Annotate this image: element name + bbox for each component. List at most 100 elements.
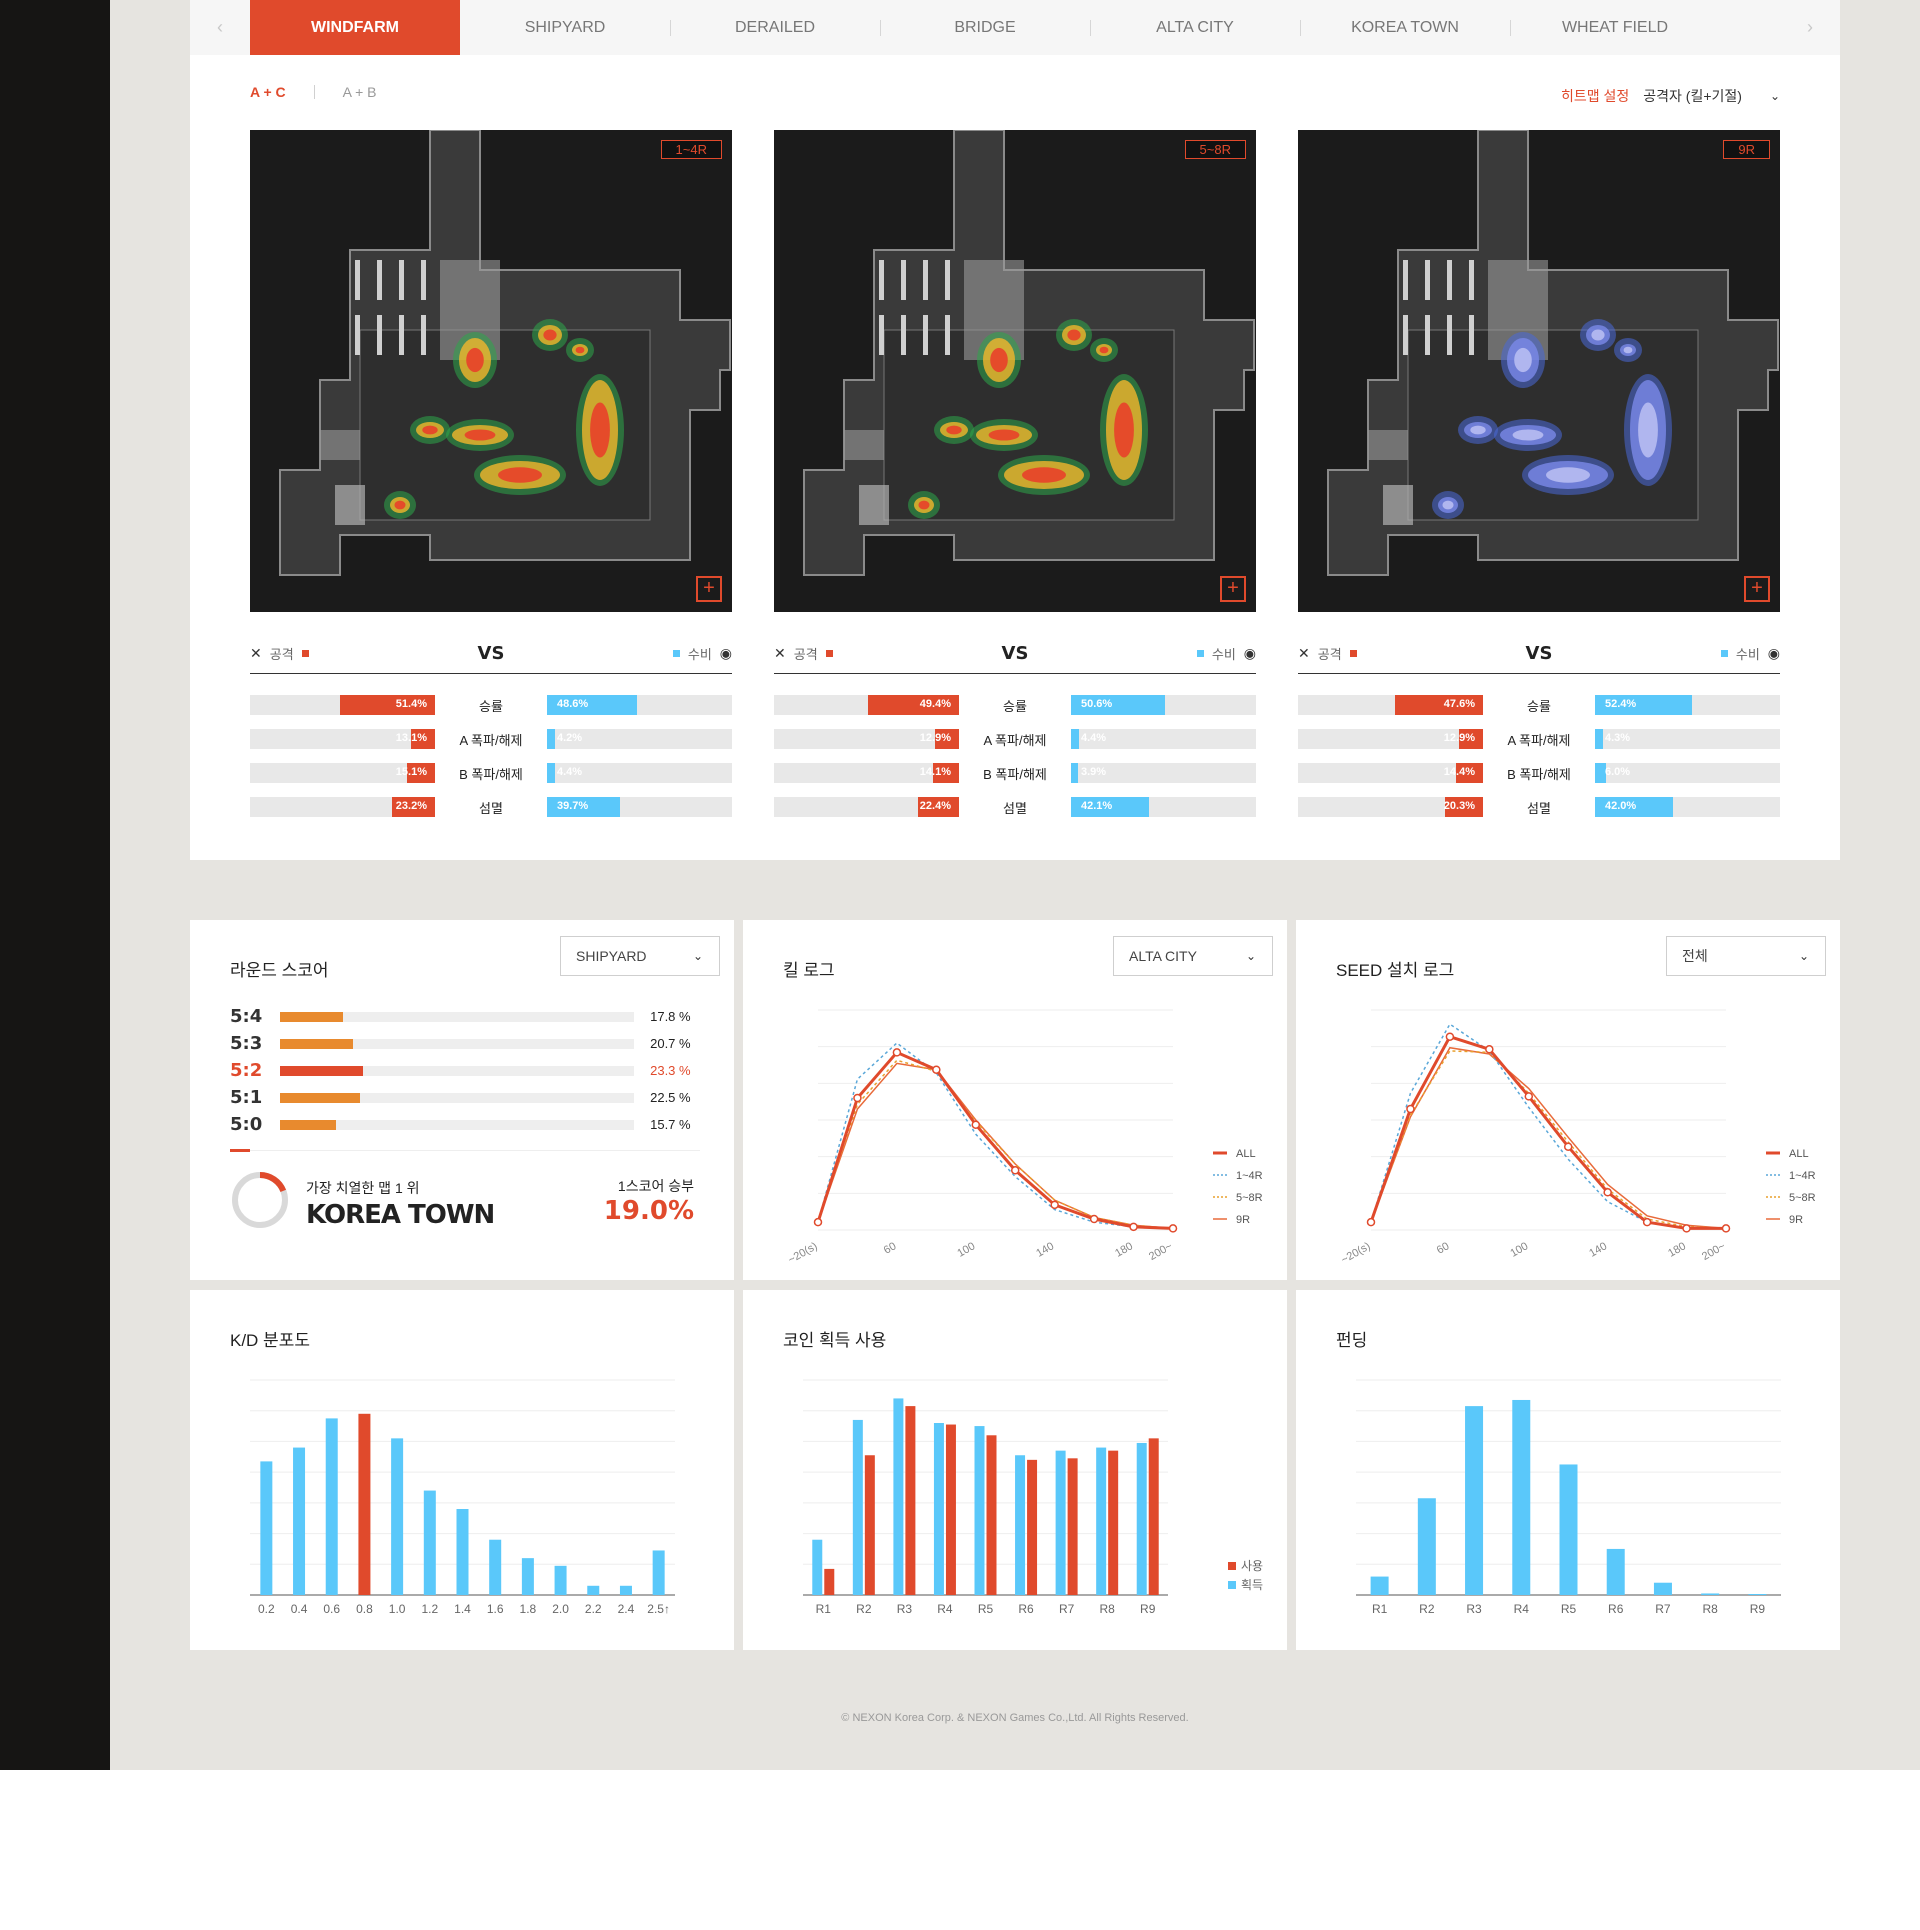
map-pillar <box>945 315 950 355</box>
map-pillar <box>879 260 884 300</box>
attack-value: 51.4% <box>395 698 427 710</box>
attack-value: 47.6% <box>1443 698 1475 710</box>
x-tick-label: 180 <box>1113 1240 1135 1260</box>
vs-row: ✕ 공격 VS 수비 ◉ <box>774 634 1256 674</box>
map-columns: 1~4R + ✕ 공격 VS 수비 ◉ 51.4% 승률 48.6% 13.1% A 폭파/해제 4.2… <box>250 130 1780 824</box>
heat-blob-core <box>1638 402 1658 458</box>
attack-value: 15.1% <box>395 766 427 778</box>
x-tick-label: R6 <box>1018 1602 1034 1616</box>
defense-value: 52.4% <box>1605 698 1637 710</box>
defense-bar-fill <box>1071 729 1080 749</box>
zoom-plus-icon[interactable]: + <box>1220 576 1246 602</box>
map-tab[interactable]: WINDFARM <box>250 0 460 55</box>
data-point <box>1485 1045 1494 1054</box>
data-point <box>1642 1217 1652 1227</box>
fierce-map-label: 가장 치열한 맵 1 위 <box>306 1180 420 1196</box>
shield-icon: ◉ <box>1243 645 1256 661</box>
tab-prev-arrow-icon[interactable]: ‹ <box>190 0 250 55</box>
map-pillar <box>1425 260 1430 300</box>
defense-bar: 4.4% <box>1071 729 1256 749</box>
coin-use-bar <box>824 1568 835 1595</box>
map-tab[interactable]: DERAILED <box>670 0 880 55</box>
map-tab[interactable]: ALTA CITY <box>1090 0 1300 55</box>
funding-bar <box>1370 1576 1389 1595</box>
data-point <box>1168 1224 1178 1233</box>
stat-row: 20.3% 섬멸 42.0% <box>1298 790 1780 824</box>
attack-color-dot <box>825 650 833 657</box>
round-score-card: 라운드 스코어 SHIPYARD ⌄ 5:4 17.8 % 5:3 20.7 % 5:2… <box>190 920 734 1280</box>
defense-value: 4.4% <box>1081 732 1107 744</box>
x-tick-label: R4 <box>937 1602 953 1616</box>
vs-row: ✕ 공격 VS 수비 ◉ <box>1298 634 1780 674</box>
crossed-swords-icon: ✕ <box>774 645 786 661</box>
data-point <box>1406 1104 1415 1114</box>
funding-bar <box>1748 1594 1767 1595</box>
round-badge: 9R <box>1723 140 1770 159</box>
funding-bar <box>1417 1498 1436 1595</box>
toggle-a-c[interactable]: A + C <box>250 84 286 100</box>
x-tick-label: 2.4 <box>618 1602 635 1616</box>
map-tab[interactable]: BRIDGE <box>880 0 1090 55</box>
defense-bar-fill <box>547 729 555 749</box>
map-pillar <box>421 315 426 355</box>
tab-next-arrow-icon[interactable]: › <box>1780 0 1840 55</box>
x-tick-label: 1.6 <box>487 1602 504 1616</box>
round-score-row: 5:4 17.8 % <box>230 1003 700 1030</box>
x-tick-label: R6 <box>1608 1602 1624 1616</box>
map-tab[interactable]: SHIPYARD <box>460 0 670 55</box>
heat-blob-core <box>1512 429 1544 441</box>
stat-label: A 폭파/해제 <box>459 732 523 748</box>
round-score-pct: 17.8 % <box>650 1009 691 1024</box>
coin-chart: R1 R2 R3 R4 R5 R6 R7 R8 R9 사용획득 <box>803 1379 1263 1616</box>
coin-get-bar <box>1096 1447 1107 1595</box>
defense-value: 6.0% <box>1605 766 1631 778</box>
coin-use-bar <box>945 1424 956 1595</box>
x-tick-label: ~20(s) <box>786 1240 819 1266</box>
stat-row: 49.4% 승률 50.6% <box>774 688 1256 722</box>
zoom-plus-icon[interactable]: + <box>696 576 722 602</box>
crossed-swords-icon: ✕ <box>1298 645 1310 661</box>
round-score-pct: 23.3 % <box>650 1063 691 1078</box>
series-line-1 <box>1370 1023 1726 1230</box>
stat-label: 섬멸 <box>1527 800 1551 816</box>
heat-blob-core <box>1514 347 1532 373</box>
map-column: 5~8R + ✕ 공격 VS 수비 ◉ 49.4% 승률 50.6% 12.9% A 폭파/해제 4.4… <box>774 130 1256 824</box>
attack-bar: 14.1% <box>774 763 959 783</box>
defense-value: 48.6% <box>557 698 589 710</box>
heat-blob-core <box>990 347 1008 373</box>
x-tick-label: R9 <box>1140 1602 1156 1616</box>
stat-label: A 폭파/해제 <box>983 732 1047 748</box>
map-building <box>320 430 360 460</box>
seed-log-card: SEED 설치 로그 전체 ⌄ ~20(s) 60 100 140 180 200~ ALL… <box>1296 920 1840 1280</box>
heatmap-setting-select[interactable]: 히트맵 설정 공격자 (킬+기절) ⌄ <box>1561 86 1780 106</box>
toggle-a-b[interactable]: A + B <box>343 84 377 100</box>
kd-bar <box>325 1418 338 1595</box>
defense-bar: 4.4% <box>547 763 732 783</box>
data-point <box>1089 1214 1099 1224</box>
funding-bar <box>1465 1406 1484 1595</box>
funding-card: 펀딩 R1 R2 R3 R4 R5 R6 R7 R8 R9 <box>1296 1290 1840 1650</box>
defense-color-dot <box>1196 650 1204 657</box>
data-point <box>892 1048 902 1057</box>
x-tick-label: 2.5↑ <box>647 1602 670 1616</box>
defense-bar-fill <box>1071 763 1079 783</box>
stat-label: 승률 <box>1003 698 1027 714</box>
round-score-map-select[interactable]: SHIPYARD ⌄ <box>560 936 720 976</box>
x-tick-label: 0.6 <box>323 1602 340 1616</box>
copyright-footer: © NEXON Korea Corp. & NEXON Games Co.,Lt… <box>841 1712 1189 1724</box>
round-score-bar <box>279 1011 635 1022</box>
vs-row: ✕ 공격 VS 수비 ◉ <box>250 634 732 674</box>
stat-row: 14.4% B 폭파/해제 6.0% <box>1298 756 1780 790</box>
one-score-label: 1스코어 승부 <box>617 1178 694 1194</box>
defense-label: 수비 <box>687 647 712 662</box>
zoom-plus-icon[interactable]: + <box>1744 576 1770 602</box>
round-badge: 1~4R <box>660 140 722 159</box>
map-tab[interactable]: WHEAT FIELD <box>1510 0 1720 55</box>
map-tab[interactable]: KOREA TOWN <box>1300 0 1510 55</box>
defense-bar: 39.7% <box>547 797 732 817</box>
round-score-pct: 15.7 % <box>650 1117 691 1132</box>
defense-bar: 42.1% <box>1071 797 1256 817</box>
map-pillar <box>1425 315 1430 355</box>
stat-label: 승률 <box>479 698 503 714</box>
defense-bar-fill <box>1595 729 1603 749</box>
